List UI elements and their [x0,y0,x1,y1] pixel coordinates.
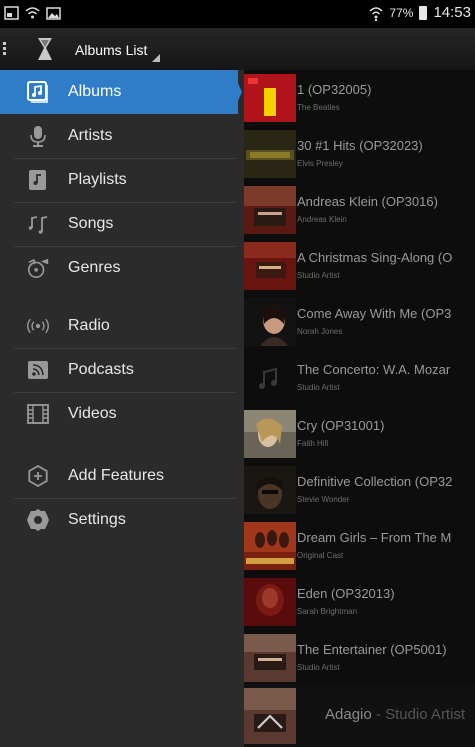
album-row[interactable]: Andreas Klein (OP3016) Andreas Klein [244,182,475,238]
wifi-notification-icon [25,7,40,19]
album-title: The Concerto: W.A. Mozar [297,362,451,377]
album-artist: Original Cast [297,551,344,560]
notification-icons [4,6,61,20]
clock: 14:53 [433,4,471,21]
album-placeholder-icon [244,354,296,402]
nav-label-podcasts: Podcasts [68,361,134,378]
gramophone-icon [26,256,50,280]
album-title: The Entertainer (OP5001) [297,642,447,657]
album-title: 30 #1 Hits (OP32023) [297,138,423,153]
album-title: 1 (OP32005) [297,82,372,97]
album-artist: Stevie Wonder [297,495,350,504]
nav-item-albums[interactable]: Albums [0,70,238,114]
album-artist: Studio Artist [297,663,340,672]
microphone-icon [26,124,50,148]
radio-icon [26,314,50,338]
system-status: 77% 14:53 [369,4,471,21]
album-title: Dream Girls – From The M [297,530,452,545]
album-cover [244,410,296,458]
album-row[interactable]: Definitive Collection (OP32 Stevie Wonde… [244,462,475,518]
album-artist: Studio Artist [297,271,340,280]
now-playing-artist: Studio Artist [385,706,466,723]
nav-item-settings[interactable]: Settings [0,498,238,542]
album-cover [244,578,296,626]
now-playing-bar[interactable]: Adagio - Studio Artist [244,684,475,747]
album-row[interactable]: 1 (OP32005) The Beatles [244,70,475,126]
now-playing-text: Adagio - Studio Artist [325,706,465,723]
status-bar: 77% 14:53 [0,0,475,28]
album-cover [244,186,296,234]
now-playing-separator: - [371,706,386,723]
album-cover [244,634,296,682]
add-icon [26,464,50,488]
album-artist: Studio Artist [297,383,340,392]
album-title: Eden (OP32013) [297,586,395,601]
album-title: Come Away With Me (OP3 [297,306,452,321]
nav-label-artists: Artists [68,127,113,144]
album-row[interactable]: Come Away With Me (OP3 Norah Jones [244,294,475,350]
album-row[interactable]: The Entertainer (OP5001) Studio Artist [244,630,475,686]
album-title: Definitive Collection (OP32 [297,474,453,489]
album-title: Cry (OP31001) [297,418,385,433]
active-item-pointer [228,70,242,114]
albums-icon [26,80,50,104]
spinner-caret-icon [152,54,160,62]
album-row[interactable]: Eden (OP32013) Sarah Brightman [244,574,475,630]
gallery-notification-icon [46,7,61,20]
action-bar: Albums List [0,28,475,70]
album-cover [244,130,296,178]
nav-label-genres: Genres [68,259,121,276]
nav-label-videos: Videos [68,405,117,422]
nav-item-add-features[interactable]: Add Features [0,454,238,498]
nav-label-add-features: Add Features [68,467,165,484]
album-cover [244,522,296,570]
album-cover [244,242,296,290]
screenshot-icon [4,6,19,20]
wifi-signal-icon [369,6,383,21]
nav-item-artists[interactable]: Artists [0,114,238,158]
album-artist: Andreas Klein [297,215,347,224]
album-artist: Elvis Presley [297,159,343,168]
album-title: Andreas Klein (OP3016) [297,194,438,209]
navigation-drawer: Albums Artists Playlists Songs Genres Ra… [0,70,244,747]
nav-item-radio[interactable]: Radio [0,304,238,348]
nav-item-songs[interactable]: Songs [0,202,238,246]
album-list: 1 (OP32005) The Beatles 30 #1 Hits (OP32… [244,70,475,747]
album-row[interactable]: A Christmas Sing-Along (O Studio Artist [244,238,475,294]
album-row[interactable]: Cry (OP31001) Faith Hill [244,406,475,462]
podcast-icon [26,358,50,382]
nav-item-podcasts[interactable]: Podcasts [0,348,238,392]
music-note-icon [26,212,50,236]
album-artist: Sarah Brightman [297,607,358,616]
album-artist: The Beatles [297,103,340,112]
battery-icon [419,5,428,20]
album-row[interactable]: Dream Girls – From The M Original Cast [244,518,475,574]
nav-item-genres[interactable]: Genres [0,246,238,290]
album-artist: Faith Hill [297,439,329,448]
nav-label-settings: Settings [68,511,126,528]
now-playing-title: Adagio [325,706,372,723]
playlist-icon [26,168,50,192]
album-cover [244,298,296,346]
film-icon [26,402,50,426]
nav-label-songs: Songs [68,215,114,232]
nav-label-radio: Radio [68,317,110,334]
album-row[interactable]: The Concerto: W.A. Mozar Studio Artist [244,350,475,406]
drawer-toggle-icon[interactable] [3,40,6,56]
app-logo-icon [38,38,52,60]
nav-item-videos[interactable]: Videos [0,392,238,436]
page-title[interactable]: Albums List [75,42,147,58]
album-row[interactable]: 30 #1 Hits (OP32023) Elvis Presley [244,126,475,182]
album-cover [244,74,296,122]
battery-percent: 77% [389,5,414,20]
gear-icon [26,508,50,532]
nav-label-playlists: Playlists [68,171,127,188]
nav-item-playlists[interactable]: Playlists [0,158,238,202]
now-playing-cover [244,688,296,744]
album-title: A Christmas Sing-Along (O [297,250,453,265]
album-artist: Norah Jones [297,327,343,336]
album-cover [244,466,296,514]
nav-label-albums: Albums [68,83,122,100]
